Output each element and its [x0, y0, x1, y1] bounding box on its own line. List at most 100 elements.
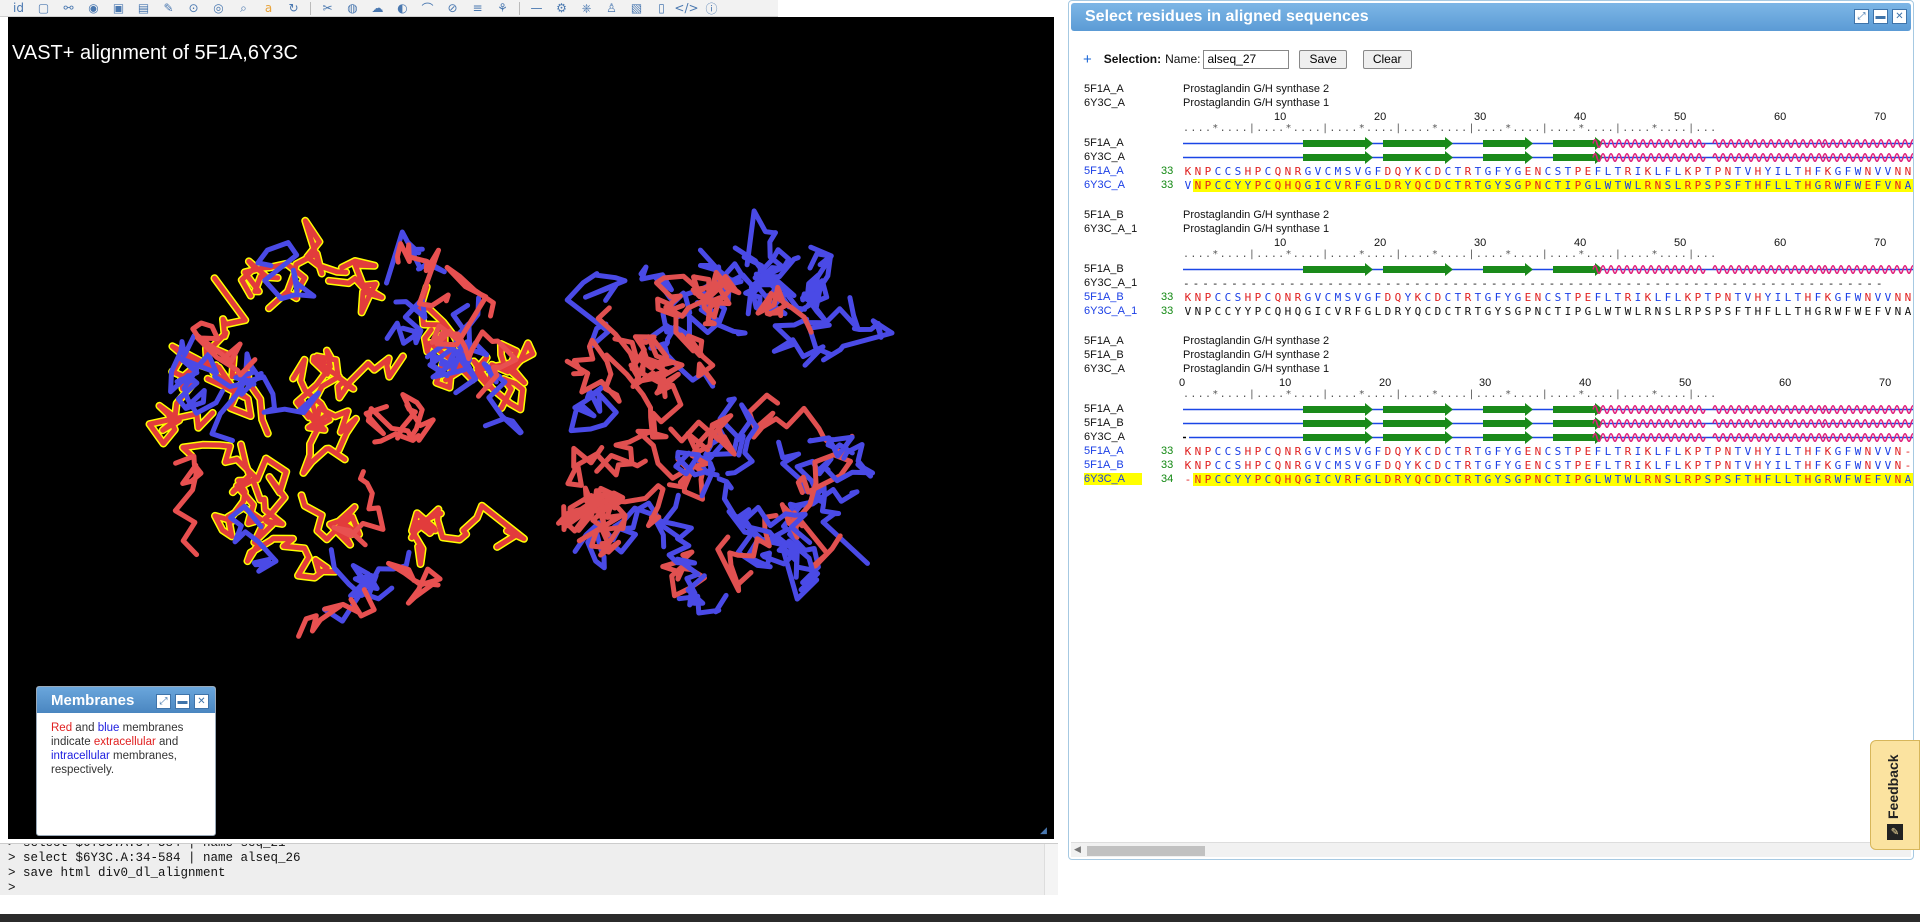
residue[interactable]: R: [1343, 473, 1353, 486]
residue[interactable]: P: [1203, 445, 1213, 458]
residue[interactable]: S: [1343, 459, 1353, 472]
residue[interactable]: K: [1683, 445, 1693, 458]
residue[interactable]: L: [1673, 305, 1683, 318]
residue[interactable]: R: [1393, 305, 1403, 318]
residue[interactable]: A: [1903, 179, 1913, 192]
residue[interactable]: N: [1863, 291, 1873, 304]
residue[interactable]: F: [1733, 473, 1743, 486]
residue[interactable]: G: [1813, 179, 1823, 192]
residue[interactable]: V: [1883, 473, 1893, 486]
minus-icon[interactable]: —: [524, 0, 549, 17]
chain-label[interactable]: 5F1A_A: [1084, 403, 1174, 415]
residue[interactable]: Q: [1273, 179, 1283, 192]
residue[interactable]: W: [1853, 305, 1863, 318]
command-log-scrollbar[interactable]: [1044, 844, 1058, 895]
residue[interactable]: C: [1443, 305, 1453, 318]
residue[interactable]: V: [1313, 459, 1323, 472]
residue[interactable]: C: [1223, 445, 1233, 458]
residue[interactable]: N: [1193, 179, 1203, 192]
residue[interactable]: K: [1643, 291, 1653, 304]
residue[interactable]: S: [1723, 179, 1733, 192]
residue[interactable]: H: [1283, 305, 1293, 318]
residue[interactable]: N: [1893, 179, 1903, 192]
residue[interactable]: G: [1363, 179, 1373, 192]
residue[interactable]: Y: [1403, 445, 1413, 458]
residue[interactable]: N: [1903, 165, 1913, 178]
residue[interactable]: N: [1893, 305, 1903, 318]
residue[interactable]: C: [1543, 305, 1553, 318]
residue[interactable]: H: [1753, 305, 1763, 318]
residue[interactable]: W: [1853, 473, 1863, 486]
residue[interactable]: N: [1653, 305, 1663, 318]
residue[interactable]: T: [1703, 165, 1713, 178]
residue[interactable]: C: [1423, 291, 1433, 304]
residue[interactable]: W: [1853, 165, 1863, 178]
residue[interactable]: S: [1553, 459, 1563, 472]
residue[interactable]: C: [1223, 291, 1233, 304]
residue[interactable]: G: [1833, 445, 1843, 458]
resize-handle-icon[interactable]: ◢: [1040, 825, 1050, 835]
clip-icon[interactable]: ⊘: [440, 0, 465, 17]
residue[interactable]: T: [1743, 473, 1753, 486]
residue[interactable]: S: [1553, 445, 1563, 458]
residue[interactable]: F: [1733, 179, 1743, 192]
residue[interactable]: S: [1343, 165, 1353, 178]
residue[interactable]: G: [1483, 165, 1493, 178]
residue[interactable]: T: [1793, 305, 1803, 318]
sequence-residues[interactable]: VNPCCYYPCQHQGICVRFGLDRYQCDCTRTGYSGPNCTIP…: [1183, 305, 1913, 318]
save-button[interactable]: Save: [1299, 49, 1347, 69]
residue[interactable]: K: [1823, 165, 1833, 178]
residue[interactable]: V: [1883, 165, 1893, 178]
residue[interactable]: W: [1603, 179, 1613, 192]
expand-icon[interactable]: ⤢: [156, 694, 171, 709]
residue[interactable]: P: [1693, 179, 1703, 192]
residue[interactable]: H: [1803, 473, 1813, 486]
residue[interactable]: T: [1473, 291, 1483, 304]
chain-label[interactable]: 5F1A_B: [1084, 209, 1174, 221]
close-icon[interactable]: ✕: [194, 694, 209, 709]
residue[interactable]: Q: [1393, 445, 1403, 458]
file-icon[interactable]: ▢: [31, 0, 56, 17]
residue[interactable]: N: [1533, 459, 1543, 472]
residue[interactable]: K: [1413, 445, 1423, 458]
image-icon[interactable]: ▧: [624, 0, 649, 17]
chain-label[interactable]: 5F1A_A: [1084, 335, 1174, 347]
dna-icon[interactable]: ⚘: [490, 0, 515, 17]
scissors-icon[interactable]: ✂: [315, 0, 340, 17]
residue[interactable]: C: [1323, 305, 1333, 318]
residue[interactable]: C: [1443, 459, 1453, 472]
residue[interactable]: H: [1803, 291, 1813, 304]
residue[interactable]: K: [1683, 459, 1693, 472]
residue[interactable]: T: [1613, 291, 1623, 304]
residue[interactable]: H: [1753, 165, 1763, 178]
residue[interactable]: C: [1213, 305, 1223, 318]
residue[interactable]: T: [1703, 459, 1713, 472]
residue[interactable]: D: [1383, 179, 1393, 192]
residue[interactable]: R: [1343, 305, 1353, 318]
residue[interactable]: F: [1593, 459, 1603, 472]
doc-icon[interactable]: ▯: [649, 0, 674, 17]
residue[interactable]: F: [1663, 445, 1673, 458]
residue[interactable]: L: [1783, 459, 1793, 472]
residue[interactable]: C: [1423, 445, 1433, 458]
residue[interactable]: S: [1233, 459, 1243, 472]
residue[interactable]: C: [1323, 179, 1333, 192]
residue[interactable]: L: [1783, 445, 1793, 458]
residue[interactable]: S: [1723, 305, 1733, 318]
residue[interactable]: R: [1463, 305, 1473, 318]
residue[interactable]: H: [1803, 165, 1813, 178]
residue[interactable]: L: [1603, 459, 1613, 472]
residue[interactable]: F: [1353, 473, 1363, 486]
residue[interactable]: D: [1433, 459, 1443, 472]
residue[interactable]: W: [1853, 291, 1863, 304]
residue[interactable]: C: [1213, 165, 1223, 178]
command-log[interactable]: > select $6Y3C.A:34-584 | name seq_21 > …: [0, 843, 1058, 895]
residue[interactable]: D: [1433, 291, 1443, 304]
residue[interactable]: C: [1323, 473, 1333, 486]
residue[interactable]: R: [1823, 305, 1833, 318]
residue[interactable]: L: [1673, 459, 1683, 472]
residue[interactable]: V: [1353, 165, 1363, 178]
residue[interactable]: V: [1333, 473, 1343, 486]
residue[interactable]: M: [1333, 459, 1343, 472]
residue[interactable]: E: [1583, 165, 1593, 178]
